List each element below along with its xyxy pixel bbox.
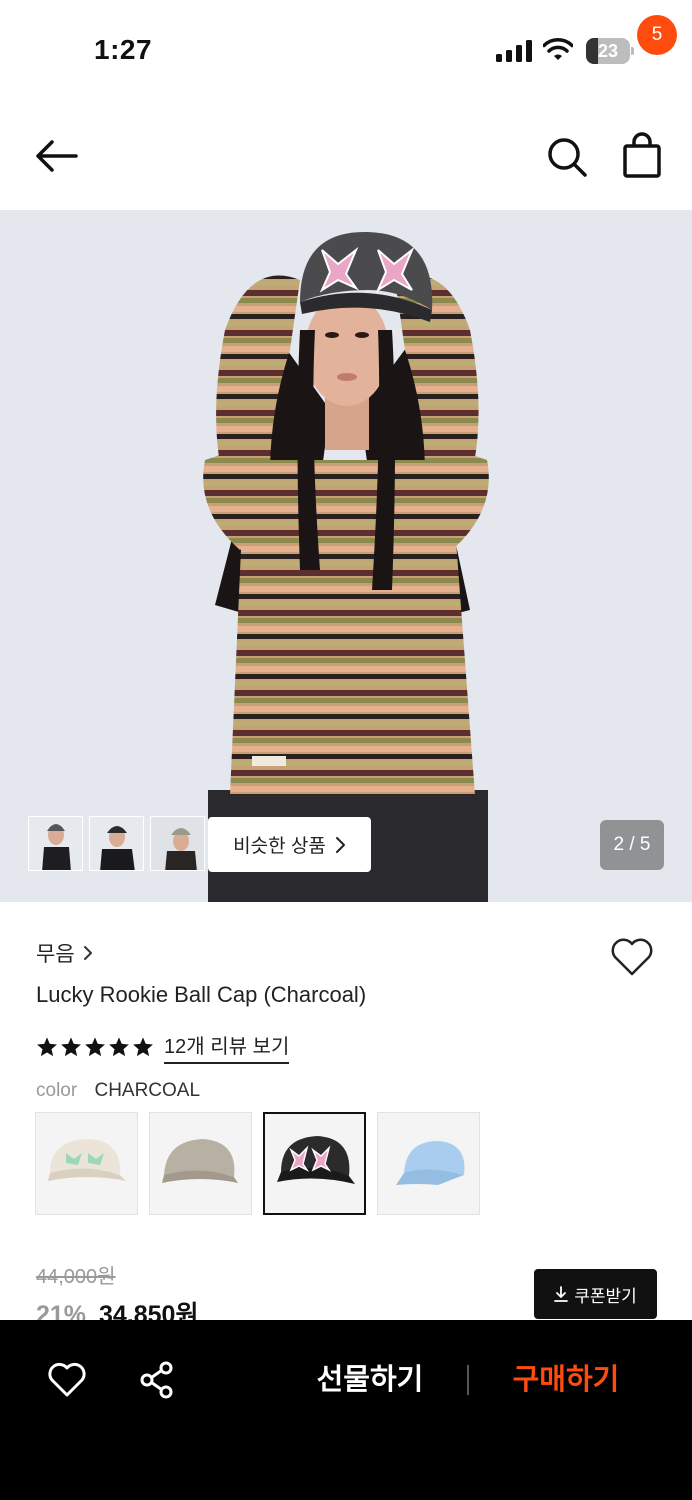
similar-products-label: 비슷한 상품 xyxy=(233,836,326,857)
top-nav xyxy=(0,100,692,210)
color-swatch-beige[interactable] xyxy=(149,1112,252,1215)
share-icon[interactable] xyxy=(140,1361,174,1399)
thumbnail-1[interactable] xyxy=(28,816,83,871)
battery-icon: 23 xyxy=(586,38,634,64)
color-row: color CHARCOAL xyxy=(36,1080,200,1102)
star-rating xyxy=(36,1036,154,1058)
download-icon xyxy=(554,1286,569,1302)
status-time: 1:27 xyxy=(94,34,153,65)
product-photo xyxy=(0,210,692,902)
gift-button[interactable]: 선물하기 xyxy=(300,1360,440,1400)
chevron-right-icon xyxy=(335,836,345,853)
thumbnail-2[interactable] xyxy=(89,816,144,871)
chevron-right-icon xyxy=(83,946,92,960)
wishlist-heart-icon[interactable] xyxy=(48,1362,86,1398)
coupon-label: 쿠폰받기 xyxy=(574,1286,637,1306)
original-price: 44,000원 xyxy=(36,1266,116,1288)
brand-name: 무음 xyxy=(36,943,75,966)
arrow-left-icon[interactable] xyxy=(32,134,80,178)
brand-link[interactable]: 무음 xyxy=(36,938,93,968)
color-swatch-charcoal[interactable] xyxy=(263,1112,366,1215)
review-link[interactable]: 12개 리뷰 보기 xyxy=(164,1030,290,1064)
color-value: CHARCOAL xyxy=(94,1080,201,1101)
status-bar: 1:27 23 xyxy=(0,0,692,100)
color-swatch-cream[interactable] xyxy=(35,1112,138,1215)
cellular-signal-icon xyxy=(496,40,532,62)
thumbnail-strip xyxy=(28,816,205,871)
search-icon[interactable] xyxy=(544,134,590,180)
product-name: Lucky Rookie Ball Cap (Charcoal) xyxy=(36,982,367,1007)
shopping-bag-icon[interactable] xyxy=(620,130,664,180)
star-icon xyxy=(133,1037,153,1057)
star-icon xyxy=(85,1037,105,1057)
wifi-icon xyxy=(543,38,573,60)
buy-button[interactable]: 구매하기 xyxy=(496,1360,636,1400)
bottom-action-bar: 선물하기 구매하기 xyxy=(0,1320,692,1500)
wishlist-heart-icon[interactable] xyxy=(610,937,654,977)
color-swatch-light-blue[interactable] xyxy=(377,1112,480,1215)
star-icon xyxy=(61,1037,81,1057)
star-icon xyxy=(109,1037,129,1057)
product-image-carousel[interactable] xyxy=(0,210,692,902)
color-label: color xyxy=(36,1080,78,1101)
battery-level: 23 xyxy=(597,41,619,61)
coupon-download-button[interactable]: 쿠폰받기 xyxy=(534,1269,657,1319)
thumbnail-3[interactable] xyxy=(150,816,205,871)
similar-products-button[interactable]: 비슷한 상품 xyxy=(208,817,371,872)
star-icon xyxy=(37,1037,57,1057)
image-page-indicator: 2 / 5 xyxy=(600,820,664,870)
color-swatches xyxy=(35,1112,480,1215)
divider xyxy=(467,1365,469,1395)
cart-count-badge: 5 xyxy=(637,15,677,55)
rating-row: 12개 리뷰 보기 xyxy=(36,1030,290,1064)
